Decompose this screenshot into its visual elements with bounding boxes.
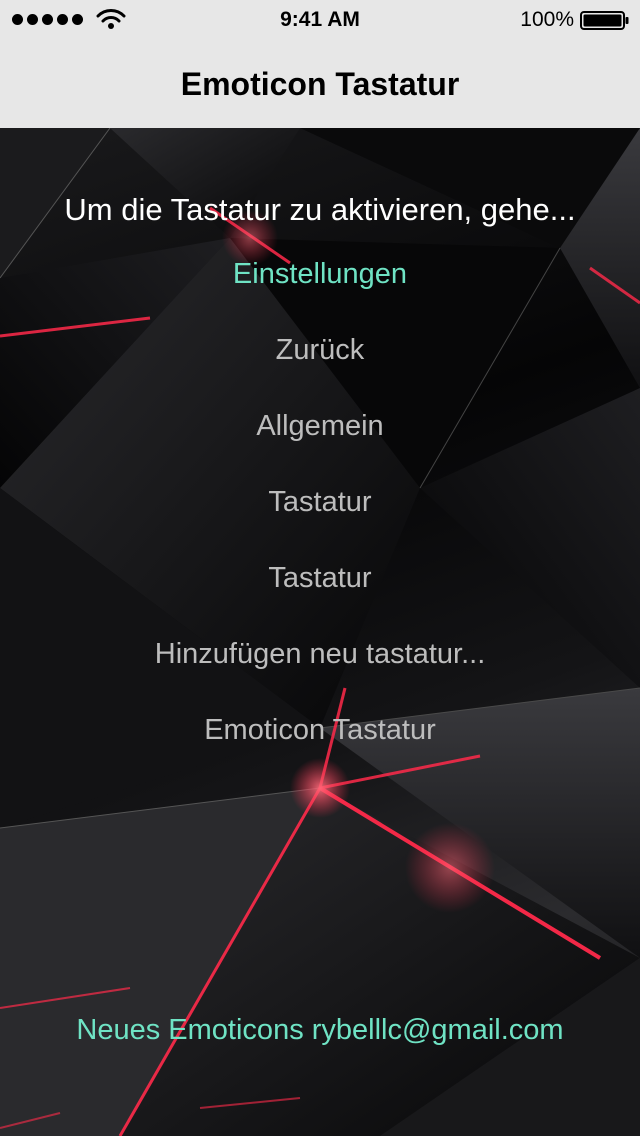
main-content: Um die Tastatur zu aktivieren, gehe... E… bbox=[0, 128, 640, 1136]
battery-percentage: 100% bbox=[520, 8, 574, 31]
battery-icon bbox=[580, 11, 629, 30]
instruction-heading: Um die Tastatur zu aktivieren, gehe... bbox=[64, 192, 576, 227]
step-emoticon-keyboard: Emoticon Tastatur bbox=[204, 714, 436, 746]
step-add-keyboard: Hinzufügen neu tastatur... bbox=[154, 638, 486, 670]
contact-email-link[interactable]: Neues Emoticons rybelllc@gmail.com bbox=[0, 1014, 640, 1047]
step-keyboard: Tastatur bbox=[268, 486, 372, 518]
navigation-bar: Emoticon Tastatur bbox=[0, 40, 640, 128]
page-title: Emoticon Tastatur bbox=[180, 66, 460, 102]
status-bar: 9:41 AM 100% bbox=[0, 0, 640, 40]
step-general: Allgemein bbox=[256, 410, 384, 442]
step-keyboard-2: Tastatur bbox=[268, 562, 372, 594]
step-back: Zurück bbox=[275, 334, 365, 366]
settings-link[interactable]: Einstellungen bbox=[0, 258, 640, 291]
